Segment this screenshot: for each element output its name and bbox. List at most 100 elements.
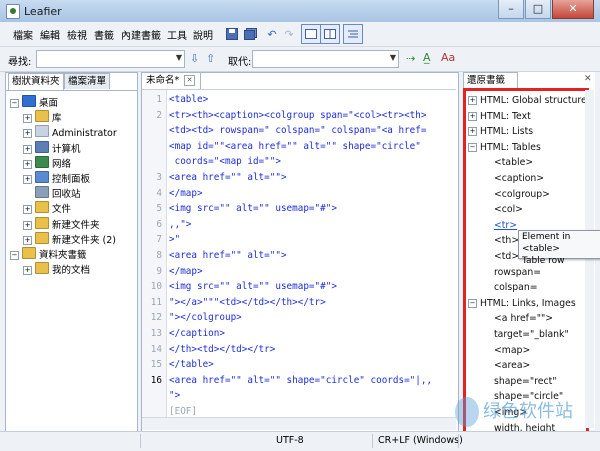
expand-icon[interactable]: + <box>23 220 32 230</box>
bookmark-item[interactable]: <caption> <box>494 171 544 186</box>
code-line[interactable]: </map> <box>169 264 203 280</box>
single-pane-icon[interactable] <box>301 24 321 44</box>
tab-file-list[interactable]: 檔案清單 <box>64 73 111 89</box>
code-line[interactable]: </caption> <box>169 326 225 342</box>
code-line[interactable]: <area href="" alt="" shape="circle" coor… <box>169 373 432 389</box>
menu-edit[interactable]: 編輯 <box>40 27 60 42</box>
match-case-icon[interactable]: Aa <box>441 51 455 64</box>
code-line[interactable]: <area href="" alt=""> <box>169 170 287 186</box>
bookmark-label: <th> <box>494 235 520 247</box>
expand-icon[interactable]: + <box>23 235 32 245</box>
code-line[interactable]: "> <box>169 388 180 404</box>
tree-item[interactable]: + 文件 <box>23 201 71 216</box>
replace-icon[interactable]: ⇢ <box>406 52 415 65</box>
menu-tools[interactable]: 工具 <box>167 27 187 42</box>
code-editor[interactable]: 1 <table> 2 <tr><th><caption><colgroup span… <box>142 89 456 418</box>
bookmark-group[interactable]: + HTML: Global structure <box>468 93 586 108</box>
bookmark-item[interactable]: colspan= <box>494 280 538 295</box>
close-tab-icon[interactable]: ✕ <box>184 75 195 86</box>
tree-item[interactable]: + 网络 <box>23 155 71 171</box>
code-line[interactable]: </th><td></td></tr> <box>169 342 275 358</box>
replace-all-icon[interactable]: A̲ <box>423 51 431 64</box>
bookmark-item[interactable]: <col> <box>494 202 523 217</box>
expand-icon[interactable]: + <box>468 96 477 105</box>
expand-icon[interactable]: + <box>23 175 32 184</box>
tab-builtin-bookmarks[interactable]: 還原書籤 <box>463 72 518 89</box>
folder-icon <box>35 110 49 123</box>
bookmark-item[interactable]: <colgroup> <box>494 187 550 202</box>
code-line[interactable]: "></colgroup> <box>169 310 242 326</box>
code-line[interactable]: <area href="" alt=""> <box>169 248 287 264</box>
code-line[interactable]: <td><td> rowspan=" colspan=" colspan="<a… <box>169 123 426 139</box>
save-icon[interactable] <box>222 24 242 44</box>
bookmark-item[interactable]: <th> <box>494 233 519 248</box>
maximize-button[interactable]: □ <box>525 0 551 19</box>
menu-view[interactable]: 檢視 <box>67 27 87 42</box>
expand-icon[interactable]: + <box>23 129 32 139</box>
expand-icon[interactable]: + <box>468 127 477 137</box>
tree-item[interactable]: − 桌面 <box>10 95 58 110</box>
bookmark-item[interactable]: <table> <box>494 155 533 170</box>
format-icon[interactable] <box>343 24 363 44</box>
bookmark-item[interactable]: <map> <box>494 343 530 358</box>
watermark: 绿色软件站 <box>447 390 597 430</box>
expand-icon[interactable]: + <box>23 266 32 276</box>
close-button[interactable]: ✕ <box>552 0 594 19</box>
menu-builtin-bookmarks[interactable]: 內建書籤 <box>121 27 161 42</box>
bookmark-group[interactable]: + HTML: Lists <box>468 124 533 139</box>
split-pane-icon[interactable] <box>320 24 340 44</box>
tree-item[interactable]: + 新建文件夹 <box>23 216 100 232</box>
expand-icon[interactable]: + <box>23 159 32 169</box>
code-line[interactable]: <img src="" alt="" usemap="#"> <box>169 201 337 217</box>
tree-item[interactable]: − 資料夾書籤 <box>10 247 87 262</box>
bookmark-group[interactable]: − HTML: Links, Images <box>468 296 576 311</box>
menu-file[interactable]: 檔案 <box>13 27 33 42</box>
collapse-icon[interactable]: − <box>468 298 477 308</box>
code-line[interactable]: >" <box>169 232 180 248</box>
menu-bookmarks[interactable]: 書籤 <box>94 27 114 42</box>
code-line[interactable]: <tr><th><caption><colgroup span="<col><t… <box>169 108 426 124</box>
tree-item[interactable]: + Administrator <box>23 125 117 140</box>
code-line[interactable]: </table> <box>169 357 214 373</box>
code-line[interactable]: </map> <box>169 186 203 202</box>
tree-item[interactable]: + 控制面板 <box>23 171 90 186</box>
collapse-icon[interactable]: − <box>468 142 477 152</box>
tree-item[interactable]: + 新建文件夹 (2) <box>23 231 116 247</box>
code-line[interactable]: "></a>"""<td></td></th></tr> <box>169 295 326 311</box>
bookmark-item[interactable]: target="_blank" <box>494 327 569 342</box>
horizontal-scrollbar[interactable] <box>142 417 456 430</box>
menu-help[interactable]: 說明 <box>193 27 213 42</box>
tree-item[interactable]: + 我的文档 <box>23 262 90 277</box>
minimize-button[interactable]: – <box>498 0 524 19</box>
expand-icon[interactable]: + <box>23 144 32 154</box>
bookmark-item[interactable]: <a href=""> <box>494 311 553 326</box>
tree-item[interactable]: 回收站 <box>23 186 81 201</box>
expand-icon[interactable]: + <box>468 111 477 121</box>
close-panel-icon[interactable]: ✕ <box>584 75 593 84</box>
replace-input[interactable]: ▼ <box>252 50 399 68</box>
redo-icon[interactable]: ↷ <box>279 24 299 44</box>
code-line[interactable]: <img src="" alt="" usemap="#"> <box>169 279 337 295</box>
collapse-icon[interactable]: − <box>10 99 19 108</box>
code-line[interactable]: ,,"> <box>169 217 191 233</box>
expand-icon[interactable]: + <box>23 205 32 215</box>
code-line[interactable]: coords="<map id=""> <box>169 154 281 170</box>
bookmark-group[interactable]: + HTML: Text <box>468 109 531 124</box>
find-next-icon[interactable]: ⇩ <box>190 52 199 65</box>
bookmark-group[interactable]: − HTML: Tables <box>468 140 541 155</box>
code-line[interactable]: <map id=""<area href="" alt="" shape="ci… <box>169 139 421 155</box>
tree-item[interactable]: + 库 <box>23 110 62 125</box>
save-all-icon[interactable] <box>240 24 260 44</box>
tree-item[interactable]: + 计算机 <box>23 140 81 156</box>
bookmark-item[interactable]: <td> <box>494 249 519 264</box>
expand-icon[interactable]: + <box>23 114 32 124</box>
bookmark-label: <colgroup> <box>494 188 550 200</box>
bookmark-item[interactable]: shape="rect" <box>494 374 557 389</box>
bookmark-item[interactable]: <tr> <box>494 218 517 233</box>
find-input[interactable]: ▼ <box>36 50 185 68</box>
bookmark-item[interactable]: <area> <box>494 358 530 373</box>
find-previous-icon[interactable]: ⇧ <box>206 52 215 65</box>
tab-folder-tree[interactable]: 樹狀資料夾 <box>8 73 64 90</box>
collapse-icon[interactable]: − <box>10 251 19 260</box>
code-line[interactable]: <table> <box>169 92 208 108</box>
